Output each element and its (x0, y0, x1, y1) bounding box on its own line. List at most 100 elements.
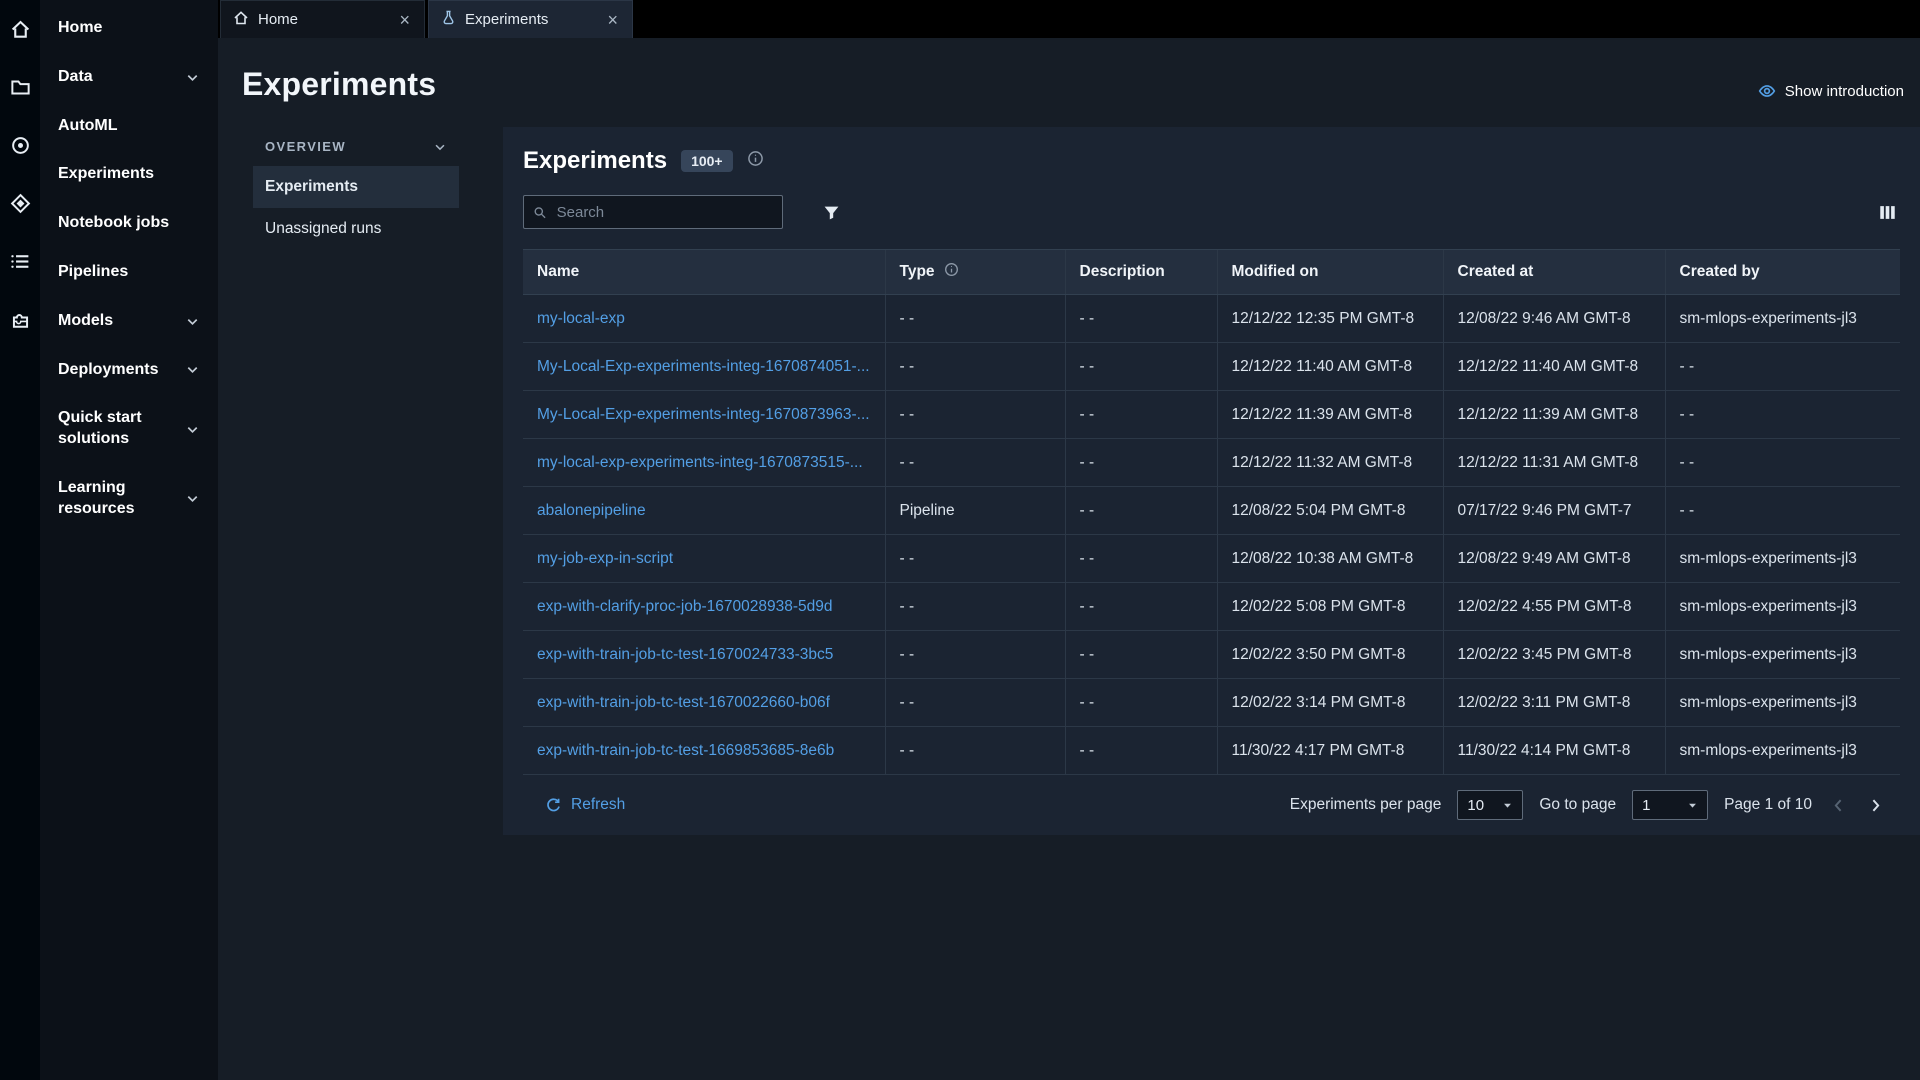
automl-icon[interactable] (7, 132, 33, 158)
tab-home-label: Home (258, 11, 299, 28)
experiment-name-link[interactable]: My-Local-Exp-experiments-integ-167087396… (537, 406, 870, 423)
home-icon[interactable] (7, 16, 33, 42)
cell: 12/02/22 3:11 PM GMT-8 (1442, 678, 1665, 727)
cell: 12/02/22 3:45 PM GMT-8 (1442, 630, 1665, 679)
cell: 12/02/22 3:14 PM GMT-8 (1216, 678, 1443, 727)
experiment-name-link[interactable]: exp-with-train-job-tc-test-1670024733-3b… (537, 646, 833, 663)
search-input[interactable] (554, 202, 773, 222)
data-folder-icon[interactable] (7, 74, 33, 100)
cell: 12/08/22 9:49 AM GMT-8 (1442, 534, 1665, 583)
sidebar-item-pipelines[interactable]: Pipelines (40, 248, 218, 297)
column-header-description[interactable]: Description (1064, 249, 1217, 295)
cell: 07/17/22 9:46 PM GMT-7 (1442, 486, 1665, 535)
chevron-down-icon (187, 426, 198, 433)
sidebar-item-label: Pipelines (58, 262, 129, 280)
cell-name: exp-with-train-job-tc-test-1669853685-8e… (523, 726, 885, 775)
page-title: Experiments (242, 66, 437, 102)
sidebar-item-automl[interactable]: AutoML (40, 102, 218, 151)
sidebar-item-learning-resources[interactable]: Learning resources (40, 464, 218, 534)
page-status: Page 1 of 10 (1724, 796, 1812, 813)
close-icon[interactable]: × (605, 11, 620, 29)
column-settings-icon[interactable] (1879, 204, 1896, 221)
info-icon[interactable] (747, 150, 764, 172)
experiments-table: Name Type Description Modified on Create… (523, 249, 1900, 775)
per-page-select[interactable]: 10 (1457, 790, 1524, 820)
subnav-item-unassigned-runs[interactable]: Unassigned runs (253, 208, 459, 250)
experiments-panel: Experiments 100+ Search Name Type Descri… (503, 127, 1920, 835)
experiment-name-link[interactable]: abalonepipeline (537, 502, 646, 519)
refresh-button[interactable]: Refresh (539, 795, 631, 815)
subnav-item-experiments[interactable]: Experiments (253, 166, 459, 208)
cell-name: exp-with-clarify-proc-job-1670028938-5d9… (523, 582, 885, 631)
panel-title: Experiments (523, 147, 668, 174)
cell: 12/12/22 11:40 AM GMT-8 (1216, 342, 1443, 391)
goto-page-select[interactable]: 1 (1632, 790, 1709, 820)
cell-name: My-Local-Exp-experiments-integ-167087396… (523, 390, 885, 439)
experiment-name-link[interactable]: my-local-exp (537, 310, 625, 327)
close-icon[interactable]: × (397, 11, 412, 29)
sidebar-item-notebook-jobs[interactable]: Notebook jobs (40, 199, 218, 248)
eye-icon (1758, 85, 1776, 97)
cell: - - (1064, 390, 1217, 439)
cell: - - (1064, 342, 1217, 391)
panel-header: Experiments 100+ (523, 147, 1900, 175)
table-row: my-job-exp-in-script - -- -12/08/22 10:38… (523, 534, 1900, 583)
sidebar-item-label: Data (58, 67, 93, 85)
table-header-row: Name Type Description Modified on Create… (523, 249, 1900, 295)
show-introduction-label: Show introduction (1784, 82, 1904, 100)
body-row: OVERVIEW Experiments Unassigned runs Expe… (242, 127, 1920, 835)
page-content: Experiments Show introduction OVERVIEW E… (218, 38, 1920, 1080)
sidebar-item-models[interactable]: Models (40, 297, 218, 346)
cell-name: my-local-exp (523, 294, 885, 343)
filter-icon[interactable] (823, 204, 840, 221)
cell: 12/12/22 11:32 AM GMT-8 (1216, 438, 1443, 487)
table-row: exp-with-clarify-proc-job-1670028938-5d9… (523, 582, 1900, 631)
main-area: Home × Experiments × Experiments Show in… (218, 0, 1920, 1080)
column-header-type[interactable]: Type (884, 249, 1065, 295)
show-introduction-button[interactable]: Show introduction (1758, 82, 1904, 100)
experiment-name-link[interactable]: my-local-exp-experiments-integ-167087351… (537, 454, 863, 471)
caret-down-icon (1689, 803, 1697, 808)
cell: 12/12/22 11:39 AM GMT-8 (1216, 390, 1443, 439)
experiment-name-link[interactable]: exp-with-train-job-tc-test-1670022660-b0… (537, 694, 830, 711)
experiments-icon[interactable] (7, 190, 33, 216)
subnav-overview-toggle[interactable]: OVERVIEW (253, 127, 459, 166)
cell-name: my-local-exp-experiments-integ-167087351… (523, 438, 885, 487)
column-header-name[interactable]: Name (523, 249, 885, 295)
experiment-name-link[interactable]: My-Local-Exp-experiments-integ-167087405… (537, 358, 870, 375)
sidebar-item-quick-start-solutions[interactable]: Quick start solutions (40, 394, 218, 464)
cell: sm-mlops-experiments-jl3 (1664, 294, 1900, 343)
cell: - - (884, 534, 1065, 583)
experiment-name-link[interactable]: exp-with-clarify-proc-job-1670028938-5d9… (537, 598, 833, 615)
sidebar-item-label: Quick start solutions (58, 409, 142, 448)
previous-page-icon[interactable] (1828, 797, 1849, 814)
next-page-icon[interactable] (1865, 797, 1886, 814)
sidebar-item-experiments[interactable]: Experiments (40, 150, 218, 199)
subnav-items: Experiments Unassigned runs (253, 166, 459, 250)
subnav: OVERVIEW Experiments Unassigned runs (253, 127, 459, 250)
cell: 12/02/22 4:55 PM GMT-8 (1442, 582, 1665, 631)
sidebar-item-home[interactable]: Home (40, 4, 218, 53)
column-header-created-at[interactable]: Created at (1442, 249, 1665, 295)
info-icon[interactable] (944, 262, 959, 282)
cell: 12/08/22 9:46 AM GMT-8 (1442, 294, 1665, 343)
cell: - - (884, 726, 1065, 775)
cell-name: exp-with-train-job-tc-test-1670024733-3b… (523, 630, 885, 679)
sidebar-item-deployments[interactable]: Deployments (40, 346, 218, 395)
search-box (523, 195, 783, 229)
notebook-jobs-icon[interactable] (7, 248, 33, 274)
caret-down-icon (1504, 803, 1512, 808)
sidebar: Home Data AutoML Experiments Notebook jobs Pi… (40, 0, 218, 1080)
sidebar-item-data[interactable]: Data (40, 53, 218, 102)
experiment-name-link[interactable]: my-job-exp-in-script (537, 550, 673, 567)
tab-home[interactable]: Home × (220, 0, 425, 38)
experiment-name-link[interactable]: exp-with-train-job-tc-test-1669853685-8e… (537, 742, 834, 759)
table-footer: Refresh Experiments per page 10 Go to pa… (523, 775, 1900, 835)
tab-experiments[interactable]: Experiments × (428, 0, 633, 38)
cell: - - (1064, 438, 1217, 487)
column-header-created-by[interactable]: Created by (1664, 249, 1900, 295)
pipelines-icon[interactable] (7, 306, 33, 332)
cell: - - (884, 294, 1065, 343)
column-header-modified-on[interactable]: Modified on (1216, 249, 1443, 295)
cell: 11/30/22 4:14 PM GMT-8 (1442, 726, 1665, 775)
